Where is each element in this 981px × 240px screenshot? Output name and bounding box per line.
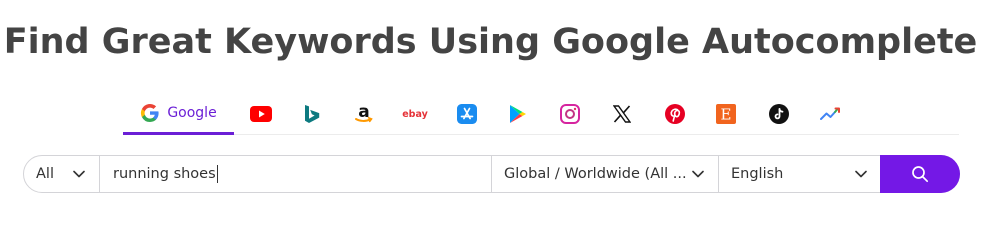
- search-type-value: All: [36, 166, 54, 182]
- search-bar: All running shoes Global / Worldwide (Al…: [23, 155, 960, 193]
- trends-icon: [820, 107, 840, 120]
- etsy-icon: E: [716, 104, 736, 124]
- tab-tiktok[interactable]: [762, 94, 796, 134]
- tab-app-store[interactable]: [450, 94, 484, 134]
- instagram-icon: [560, 104, 580, 124]
- search-icon: [912, 166, 929, 183]
- svg-text:a: a: [358, 103, 369, 122]
- tab-google-label: Google: [167, 105, 217, 121]
- region-select[interactable]: Global / Worldwide (All ...: [492, 156, 719, 192]
- keyword-input[interactable]: running shoes: [100, 156, 492, 192]
- ebay-icon: ebay: [402, 109, 428, 120]
- text-cursor: [216, 165, 218, 183]
- amazon-icon: a: [355, 103, 373, 123]
- tab-x[interactable]: [605, 94, 639, 134]
- search-type-select[interactable]: All: [24, 156, 100, 192]
- tiktok-icon: [769, 104, 789, 124]
- google-play-icon: [510, 105, 526, 123]
- tab-google[interactable]: Google: [123, 94, 234, 135]
- chevron-down-icon: [692, 170, 704, 178]
- region-select-value: Global / Worldwide (All ...: [504, 166, 687, 182]
- tab-google-play[interactable]: [501, 94, 535, 134]
- youtube-icon: [250, 106, 272, 122]
- app-store-icon: [457, 104, 477, 124]
- keyword-input-value: running shoes: [113, 166, 216, 182]
- svg-text:E: E: [721, 106, 732, 124]
- language-select-value: English: [731, 166, 784, 182]
- tab-etsy[interactable]: E: [709, 94, 743, 134]
- language-select[interactable]: English: [719, 156, 881, 192]
- tab-instagram[interactable]: [553, 94, 587, 134]
- chevron-down-icon: [73, 170, 85, 178]
- tab-trends[interactable]: [814, 94, 848, 134]
- keyword-tool-page: Find Great Keywords Using Google Autocom…: [0, 0, 981, 217]
- tab-amazon[interactable]: a: [347, 94, 381, 134]
- tab-ebay[interactable]: ebay: [398, 94, 432, 134]
- bing-icon: [305, 105, 320, 123]
- page-title: Find Great Keywords Using Google Autocom…: [3, 22, 978, 62]
- search-button[interactable]: [880, 155, 960, 193]
- tab-pinterest[interactable]: [658, 94, 692, 134]
- tab-bing[interactable]: [295, 94, 329, 134]
- pinterest-icon: [665, 104, 685, 124]
- x-icon: [613, 105, 631, 123]
- svg-text:ebay: ebay: [402, 109, 428, 120]
- google-icon: [141, 103, 159, 123]
- tab-youtube[interactable]: [244, 94, 278, 134]
- source-tabs: Google a ebay E: [123, 94, 959, 135]
- chevron-down-icon: [855, 170, 867, 178]
